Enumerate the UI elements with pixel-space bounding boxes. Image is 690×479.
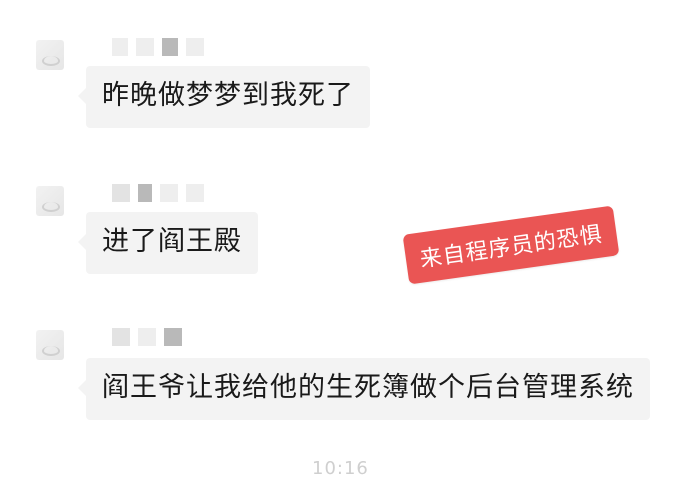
chat-thread: 昨晚做梦梦到我死了 进了阎王殿 阎王爷让我给他的生死簿做个后台管理系统 来自程序…	[0, 0, 690, 479]
message-bubble[interactable]: 进了阎王殿	[78, 212, 258, 275]
sender-name-obscured	[112, 38, 204, 56]
avatar[interactable]	[36, 186, 64, 216]
sender-name-obscured	[112, 328, 182, 346]
timestamp: 10:16	[312, 458, 369, 479]
message-bubble[interactable]: 昨晚做梦梦到我死了	[78, 66, 370, 129]
avatar[interactable]	[36, 330, 64, 360]
message-text: 昨晚做梦梦到我死了	[102, 80, 354, 111]
caption-stamp: 来自程序员的恐惧	[402, 205, 620, 285]
avatar[interactable]	[36, 40, 64, 70]
caption-stamp-text: 来自程序员的恐惧	[418, 222, 605, 273]
message-bubble[interactable]: 阎王爷让我给他的生死簿做个后台管理系统	[78, 358, 650, 421]
message-text: 进了阎王殿	[102, 226, 242, 257]
message-text: 阎王爷让我给他的生死簿做个后台管理系统	[102, 372, 634, 403]
sender-name-obscured	[112, 184, 204, 202]
